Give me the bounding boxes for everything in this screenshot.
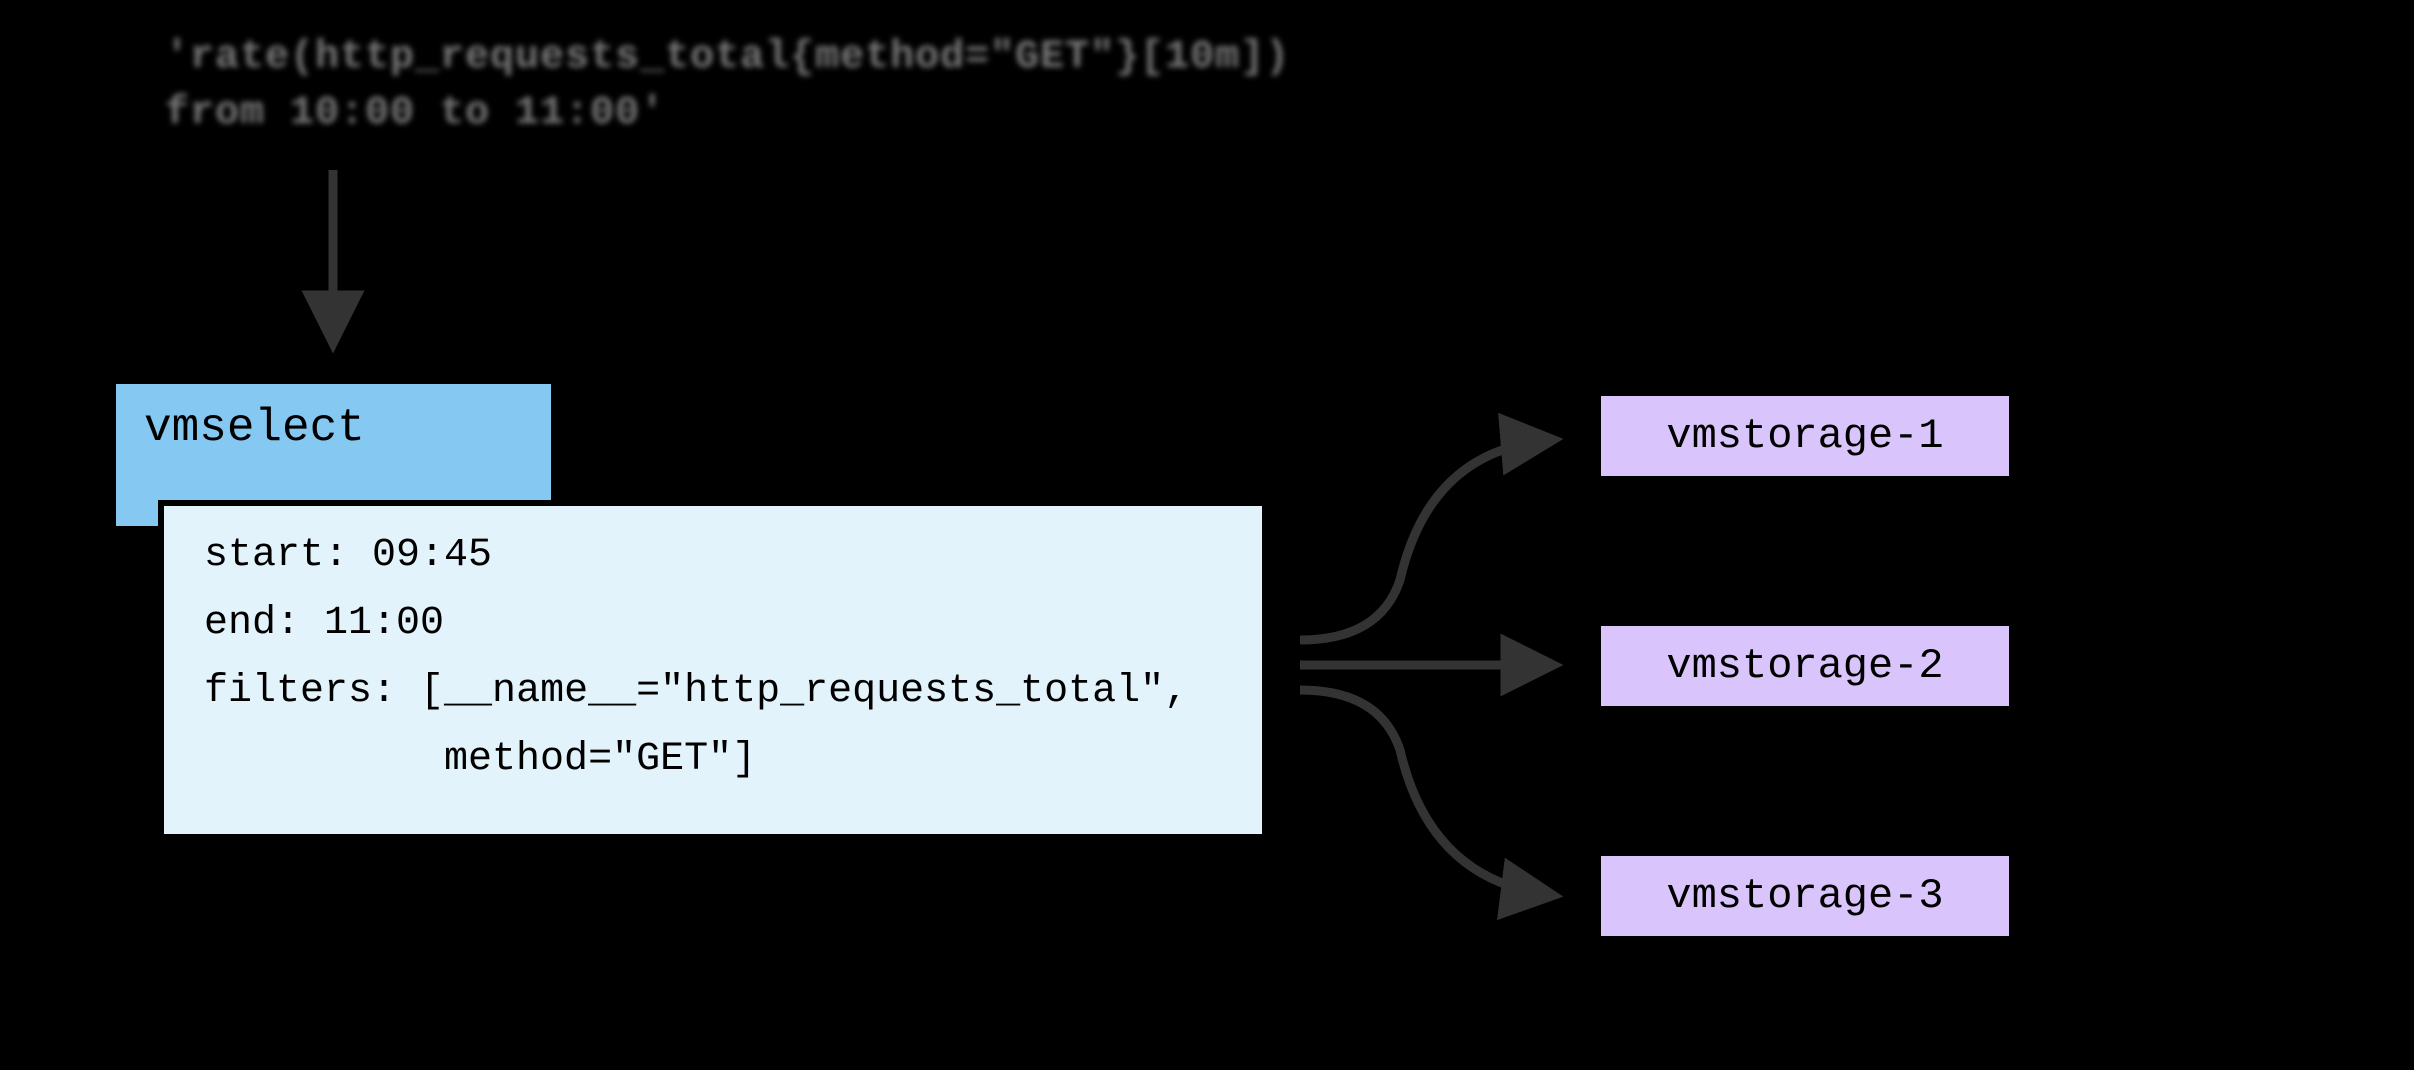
input-query-text: 'rate(http_requests_total{method="GET"}[… <box>165 30 1290 142</box>
detail-start-row: start: 09:45 <box>204 536 1222 576</box>
filters-line1: [__name__="http_requests_total", <box>420 669 1188 714</box>
vmstorage-node-3: vmstorage-3 <box>1595 850 2015 942</box>
arrow-to-vmstorage-3 <box>1300 690 1550 895</box>
start-value: 09:45 <box>372 533 492 578</box>
query-line-2: from 10:00 to 11:00' <box>165 91 665 136</box>
filters-line2: method="GET"] <box>204 737 756 782</box>
vmstorage-2-label: vmstorage-2 <box>1666 642 1943 690</box>
diagram-canvas: 'rate(http_requests_total{method="GET"}[… <box>0 0 2414 1070</box>
vmstorage-node-1: vmstorage-1 <box>1595 390 2015 482</box>
start-label: start: <box>204 533 372 578</box>
vmstorage-node-2: vmstorage-2 <box>1595 620 2015 712</box>
query-details-box: start: 09:45 end: 11:00 filters: [__name… <box>158 500 1268 840</box>
vmstorage-3-label: vmstorage-3 <box>1666 872 1943 920</box>
vmstorage-1-label: vmstorage-1 <box>1666 412 1943 460</box>
end-label: end: <box>204 601 324 646</box>
vmselect-label: vmselect <box>144 402 365 454</box>
detail-filters-row-2: method="GET"] <box>204 740 1222 780</box>
detail-end-row: end: 11:00 <box>204 604 1222 644</box>
detail-filters-row-1: filters: [__name__="http_requests_total"… <box>204 672 1222 712</box>
arrow-to-vmstorage-1 <box>1300 440 1550 640</box>
end-value: 11:00 <box>324 601 444 646</box>
filters-label: filters: <box>204 669 420 714</box>
query-line-1: 'rate(http_requests_total{method="GET"}[… <box>165 35 1290 80</box>
